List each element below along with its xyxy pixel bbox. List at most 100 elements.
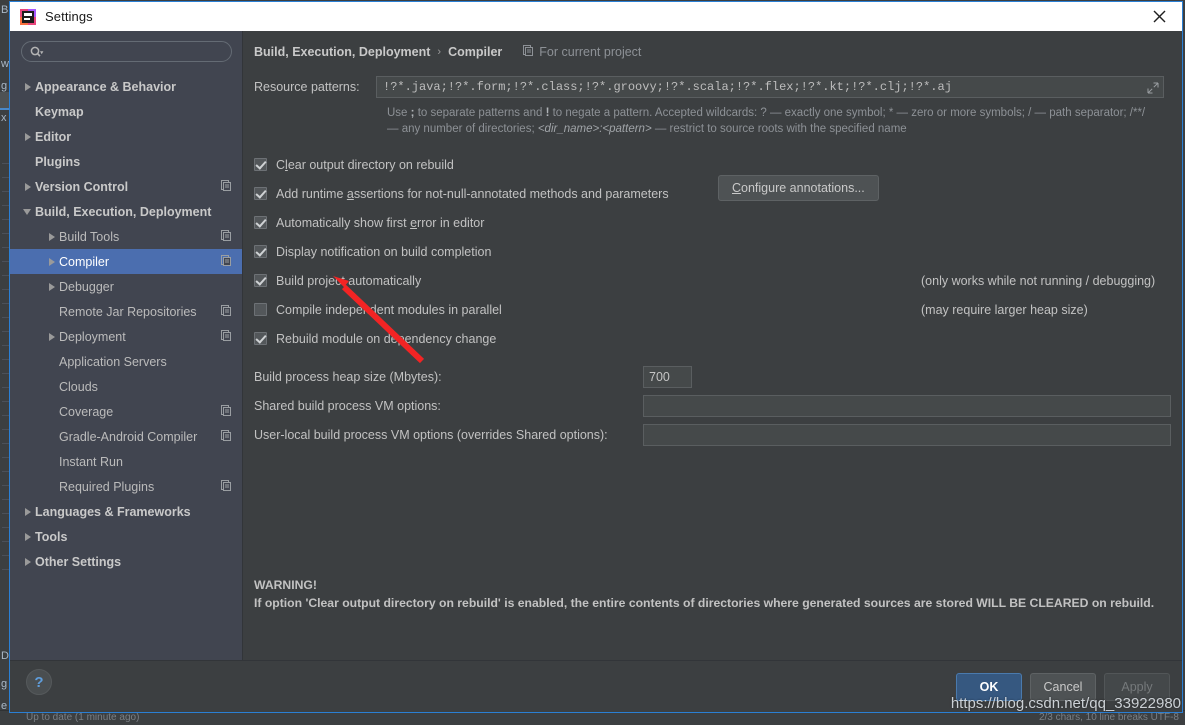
- checkbox-clear-output-directory-on-rebuild[interactable]: [254, 158, 267, 171]
- chevron-right-icon[interactable]: [46, 330, 59, 343]
- sidebar-item-label: Appearance & Behavior: [35, 79, 177, 94]
- bg-letter: g: [1, 678, 8, 690]
- sidebar-item-appearance-behavior[interactable]: Appearance & Behavior: [10, 74, 242, 99]
- hint-line2-b: — restrict to source roots with the spec…: [651, 123, 907, 135]
- watermark: https://blog.csdn.net/qq_33922980: [950, 695, 1181, 712]
- checkbox-label-pre: Compile independent modules in parallel: [276, 302, 502, 317]
- chevron-right-icon[interactable]: [22, 80, 35, 93]
- checkbox-label-post: rror in editor: [417, 215, 485, 230]
- project-scope-indicator: For current project: [523, 45, 641, 59]
- checkbox-build-project-automatically[interactable]: [254, 274, 267, 287]
- close-icon[interactable]: [1136, 2, 1182, 31]
- chevron-right-icon[interactable]: [22, 180, 35, 193]
- checkbox-label-post: ear output directory on rebuild: [287, 157, 454, 172]
- sidebar-item-label: Deployment: [59, 329, 126, 344]
- sidebar-item-build-execution-deployment[interactable]: Build, Execution, Deployment: [10, 199, 242, 224]
- chevron-right-icon[interactable]: [46, 280, 59, 293]
- sidebar-item-label: Application Servers: [59, 354, 167, 369]
- settings-sidebar: Appearance & Behavior Keymap Editor Plugins…: [10, 31, 243, 660]
- project-scope-icon: [221, 230, 232, 241]
- resource-patterns-label: Resource patterns:: [254, 80, 360, 94]
- project-scope-icon: [221, 330, 232, 341]
- sidebar-item-deployment[interactable]: Deployment: [10, 324, 242, 349]
- search-input[interactable]: [44, 43, 231, 60]
- sidebar-item-editor[interactable]: Editor: [10, 124, 242, 149]
- checkbox-label-mnemonic: a: [346, 186, 354, 201]
- resource-patterns-hint: Use ; to separate patterns and ! to nega…: [387, 105, 1182, 137]
- sidebar-item-coverage[interactable]: Coverage: [10, 399, 242, 424]
- resource-patterns-input[interactable]: !?*.java;!?*.form;!?*.class;!?*.groovy;!…: [376, 76, 1164, 98]
- sidebar-item-build-tools[interactable]: Build Tools: [10, 224, 242, 249]
- checkbox-label[interactable]: Build project automatically: [276, 274, 421, 288]
- chevron-down-icon[interactable]: [22, 205, 35, 218]
- checkbox-automatically-show-first-error-in-editor[interactable]: [254, 216, 267, 229]
- configure-annotations-label: onfigure annotations...: [741, 181, 865, 195]
- chevron-right-icon[interactable]: [46, 230, 59, 243]
- field-row-user-local-build-process-vm-options-overrides-shared-options: User-local build process VM options (ove…: [254, 420, 1182, 449]
- sidebar-item-languages-frameworks[interactable]: Languages & Frameworks: [10, 499, 242, 524]
- project-scope-icon: [221, 305, 232, 316]
- checkbox-label-pre: Build project automatically: [276, 273, 422, 288]
- sidebar-item-clouds[interactable]: Clouds: [10, 374, 242, 399]
- sidebar-item-other-settings[interactable]: Other Settings: [10, 549, 242, 574]
- sidebar-item-plugins[interactable]: Plugins: [10, 149, 242, 174]
- project-scope-label: For current project: [539, 45, 642, 59]
- checkbox-label[interactable]: Automatically show first error in editor: [276, 216, 484, 230]
- sidebar-item-label: Build, Execution, Deployment: [35, 204, 212, 219]
- hint-pattern: <pattern>: [602, 123, 652, 135]
- chevron-right-icon[interactable]: [46, 255, 59, 268]
- hint-line1-b: to separate patterns and: [414, 107, 546, 119]
- input-build-process-heap-size-mbytes[interactable]: [643, 365, 692, 388]
- checkbox-compile-independent-modules-in-parallel[interactable]: [254, 303, 267, 316]
- sidebar-item-keymap[interactable]: Keymap: [10, 99, 242, 124]
- checkbox-row-add-runtime-assertions-for-not-null-annotated-methods-and-parameters: Add runtime assertions for not-null-anno…: [254, 175, 1182, 208]
- checkbox-label[interactable]: Rebuild module on dependency change: [276, 332, 496, 346]
- sidebar-item-version-control[interactable]: Version Control: [10, 174, 242, 199]
- input-user-local-build-process-vm-options-overrides-shared-options[interactable]: [643, 423, 1171, 446]
- warning-body: If option 'Clear output directory on reb…: [254, 596, 1155, 610]
- breadcrumb-parent[interactable]: Build, Execution, Deployment: [254, 45, 430, 59]
- input-shared-build-process-vm-options[interactable]: [643, 394, 1171, 417]
- checkbox-add-runtime-assertions-for-not-null-annotated-methods-and-parameters[interactable]: [254, 187, 267, 200]
- sidebar-item-label: Gradle-Android Compiler: [59, 429, 198, 444]
- chevron-right-icon[interactable]: [22, 530, 35, 543]
- hint-line1-c: to negate a pattern. Accepted wildcards:…: [549, 107, 1146, 119]
- sidebar-item-debugger[interactable]: Debugger: [10, 274, 242, 299]
- search-box[interactable]: [21, 41, 232, 62]
- sidebar-item-label: Instant Run: [59, 454, 123, 469]
- hint-line2-a: — any number of directories;: [387, 123, 538, 135]
- checkbox-row-clear-output-directory-on-rebuild: Clear output directory on rebuild: [254, 150, 1182, 179]
- checkbox-rebuild-module-on-dependency-change[interactable]: [254, 332, 267, 345]
- checkbox-label[interactable]: Clear output directory on rebuild: [276, 158, 454, 172]
- chevron-right-icon[interactable]: [22, 130, 35, 143]
- sidebar-item-instant-run[interactable]: Instant Run: [10, 449, 242, 474]
- checkbox-label[interactable]: Add runtime assertions for not-null-anno…: [276, 187, 669, 201]
- checkbox-label-pre: Automatically show first: [276, 215, 411, 230]
- ide-status-right: 2/3 chars, 10 line breaks UTF-8: [1038, 712, 1179, 723]
- configure-annotations-button[interactable]: Configure annotations...: [718, 175, 879, 201]
- sidebar-item-tools[interactable]: Tools: [10, 524, 242, 549]
- sidebar-item-gradle-android-compiler[interactable]: Gradle-Android Compiler: [10, 424, 242, 449]
- project-scope-icon: [221, 180, 232, 191]
- sidebar-item-application-servers[interactable]: Application Servers: [10, 349, 242, 374]
- chevron-right-icon[interactable]: [22, 555, 35, 568]
- expand-editor-icon[interactable]: [1147, 81, 1159, 94]
- help-icon[interactable]: ?: [26, 669, 52, 695]
- checkbox-label-pre: Add runtime: [276, 186, 347, 201]
- intellij-idea-icon: [20, 8, 36, 25]
- sidebar-item-compiler[interactable]: Compiler: [10, 249, 242, 274]
- sidebar-item-label: Compiler: [59, 254, 110, 269]
- search-icon: [30, 46, 44, 58]
- checkbox-row-automatically-show-first-error-in-editor: Automatically show first error in editor: [254, 208, 1182, 237]
- checkbox-label[interactable]: Compile independent modules in parallel: [276, 303, 502, 317]
- chevron-right-icon[interactable]: [22, 505, 35, 518]
- sidebar-item-required-plugins[interactable]: Required Plugins: [10, 474, 242, 499]
- checkbox-display-notification-on-build-completion[interactable]: [254, 245, 267, 258]
- sidebar-item-remote-jar-repositories[interactable]: Remote Jar Repositories: [10, 299, 242, 324]
- checkbox-label[interactable]: Display notification on build completion: [276, 245, 491, 259]
- sidebar-item-label: Other Settings: [35, 554, 122, 569]
- configure-annotations-mnemonic: C: [732, 181, 742, 195]
- field-row-build-process-heap-size-mbytes: Build process heap size (Mbytes):: [254, 362, 1182, 391]
